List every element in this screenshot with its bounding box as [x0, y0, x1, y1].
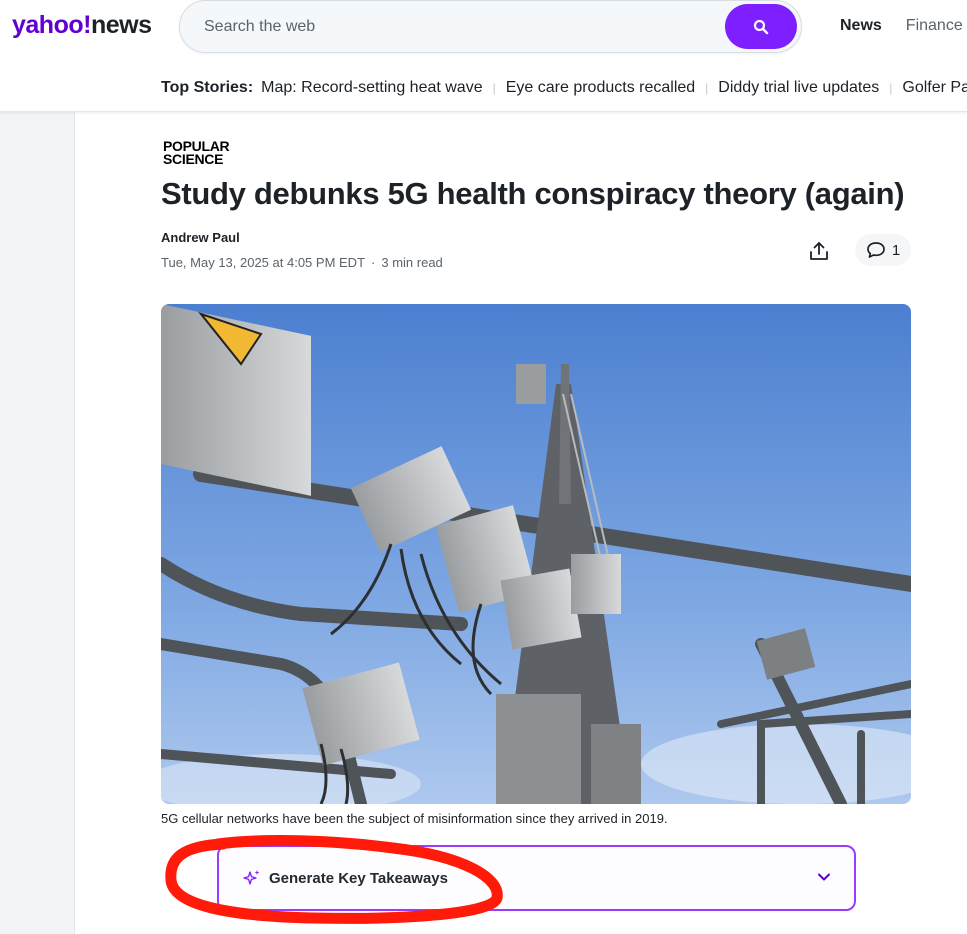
publisher-logo[interactable]: POPULAR SCIENCE — [163, 139, 230, 167]
main-nav: News Finance — [840, 17, 963, 35]
comments-button[interactable]: 1 — [855, 234, 911, 266]
sparkle-icon — [243, 869, 261, 887]
article-date: Tue, May 13, 2025 at 4:05 PM EDT — [161, 255, 366, 270]
search-icon — [753, 19, 769, 34]
comment-count: 1 — [891, 241, 901, 259]
cell-tower-photo — [161, 304, 911, 804]
publisher-line-2: SCIENCE — [163, 151, 224, 167]
share-button[interactable] — [801, 234, 837, 268]
logo-news: news — [90, 11, 152, 39]
search-input[interactable] — [204, 15, 704, 39]
article-title: Study debunks 5G health conspiracy theor… — [161, 176, 905, 211]
article-author[interactable]: Andrew Paul — [161, 230, 240, 245]
search-button[interactable] — [725, 4, 797, 49]
read-time: 3 min read — [381, 255, 443, 270]
site-header: yahoo!news News Finance Top Stories: Map… — [0, 0, 967, 112]
left-sidebar — [0, 112, 75, 934]
image-caption: 5G cellular networks have been the subje… — [161, 811, 668, 826]
story-separator: | — [889, 81, 893, 95]
top-story-link[interactable]: Map: Record-setting heat wave — [261, 79, 482, 97]
top-story-link[interactable]: Golfer Pau — [902, 79, 967, 97]
search-bar — [179, 0, 802, 53]
nav-finance[interactable]: Finance — [906, 17, 963, 35]
generate-takeaways-button[interactable]: Generate Key Takeaways — [217, 845, 856, 911]
article-meta: Tue, May 13, 2025 at 4:05 PM EDT · 3 min r… — [161, 255, 443, 270]
story-separator: | — [705, 81, 709, 95]
meta-separator: · — [371, 255, 376, 270]
takeaways-label: Generate Key Takeaways — [269, 869, 448, 887]
article-hero-image[interactable] — [161, 304, 911, 804]
yahoo-news-logo[interactable]: yahoo!news — [12, 11, 152, 40]
top-stories-bar: Top Stories: Map: Record-setting heat wa… — [161, 79, 967, 97]
top-story-link[interactable]: Diddy trial live updates — [718, 79, 879, 97]
logo-yahoo: yahoo! — [12, 11, 91, 39]
chevron-down-icon[interactable] — [816, 869, 832, 885]
story-separator: | — [492, 81, 496, 95]
top-story-link[interactable]: Eye care products recalled — [506, 79, 695, 97]
top-stories-label: Top Stories: — [161, 79, 254, 96]
nav-news[interactable]: News — [840, 17, 882, 35]
share-icon — [810, 242, 828, 260]
comment-icon — [866, 242, 885, 258]
